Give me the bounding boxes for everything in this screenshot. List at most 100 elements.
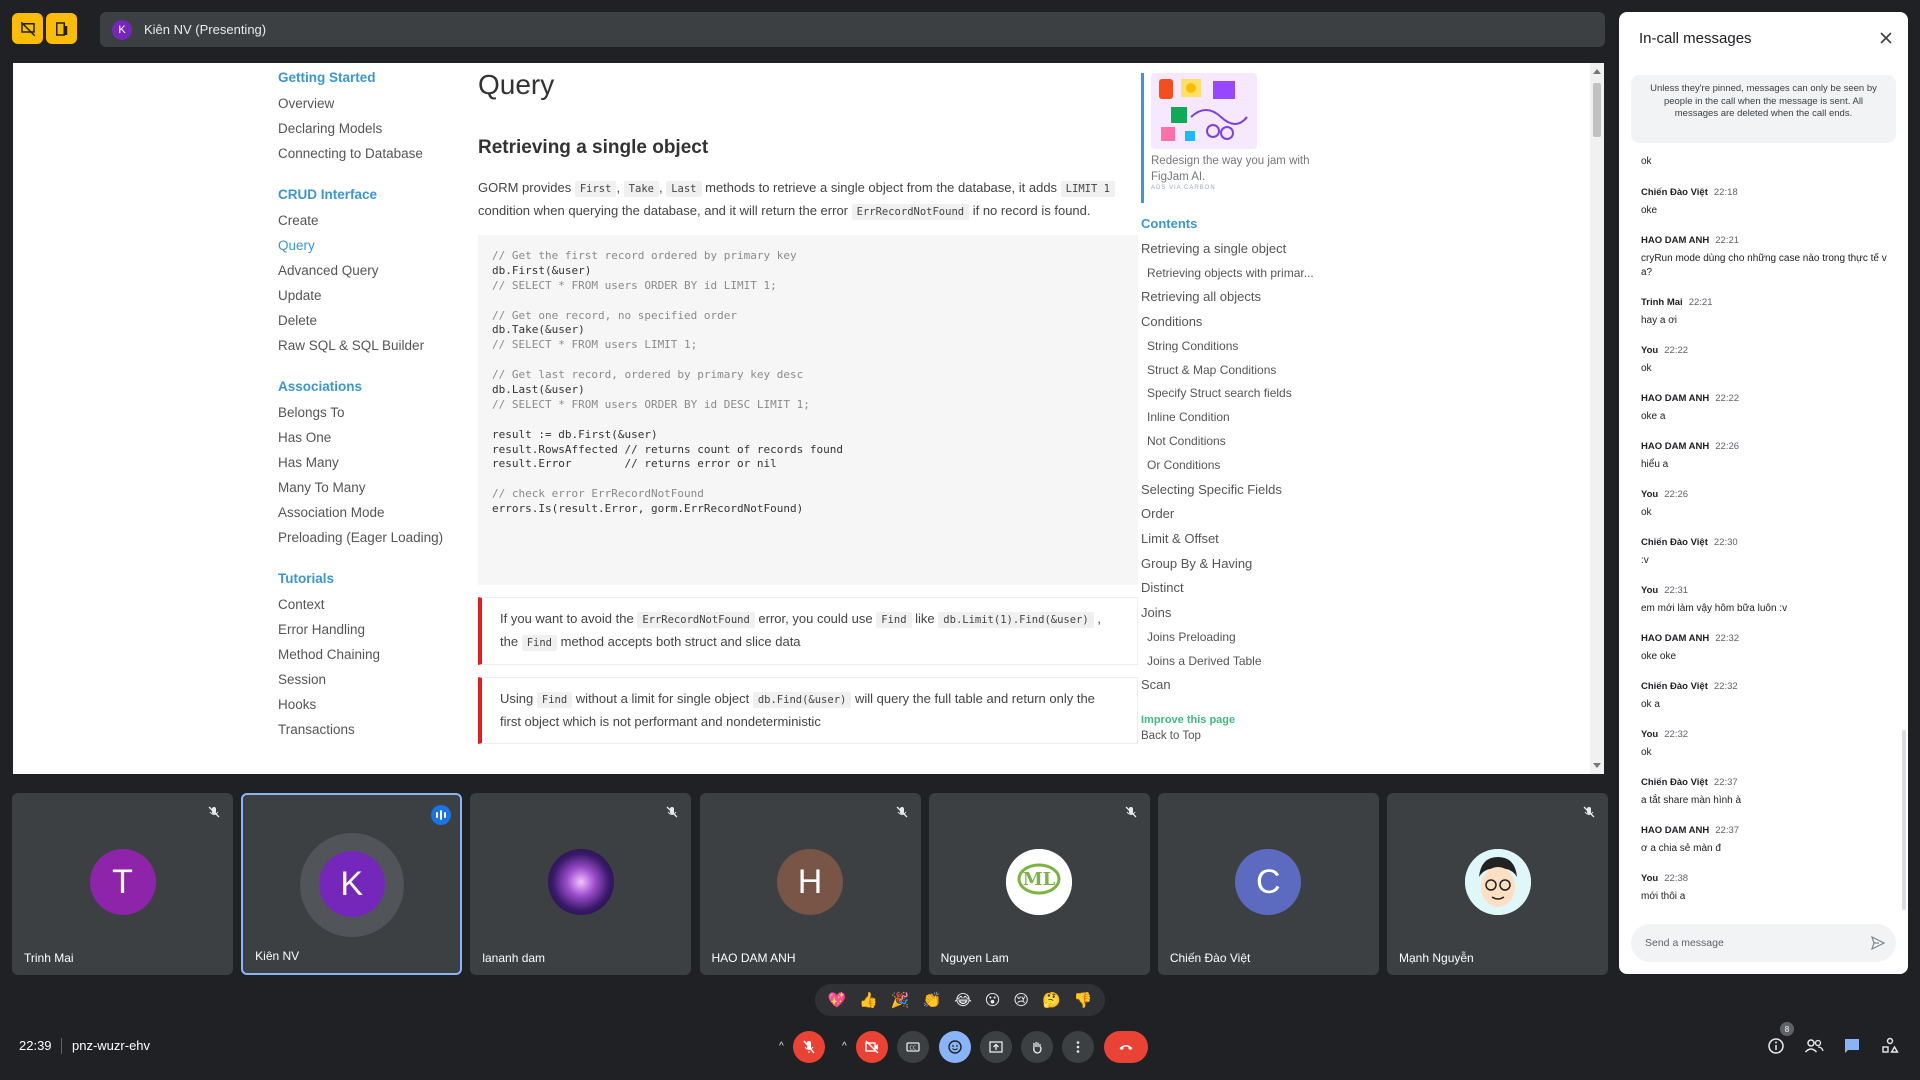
companion-mode-icon[interactable]: [46, 13, 77, 44]
code-line: result := db.First(&user): [492, 427, 658, 441]
scroll-down-arrow-icon[interactable]: [1593, 763, 1601, 768]
nav-item[interactable]: Belongs To: [278, 400, 458, 425]
nav-heading[interactable]: Tutorials: [278, 566, 458, 592]
chat-message: You 22:38 mới thôi a: [1641, 873, 1891, 904]
nav-item[interactable]: Update: [278, 283, 458, 308]
reaction-emoji-button[interactable]: 😢: [1013, 993, 1029, 1008]
page-scrollbar[interactable]: [1590, 63, 1604, 774]
send-icon[interactable]: [1870, 935, 1886, 951]
reactions-button[interactable]: [939, 1031, 971, 1063]
nav-item[interactable]: Error Handling: [278, 617, 458, 642]
nav-heading[interactable]: Getting Started: [278, 65, 458, 91]
participant-tile[interactable]: T Trinh Mai: [12, 793, 233, 975]
participant-tile[interactable]: ML Nguyen Lam: [928, 793, 1150, 975]
presenting-banner[interactable]: K Kiên NV (Presenting): [100, 12, 1605, 47]
toc-item[interactable]: String Conditions: [1141, 335, 1321, 359]
chat-icon[interactable]: [1842, 1036, 1862, 1056]
nav-item[interactable]: Has One: [278, 425, 458, 450]
toc-item[interactable]: Specify Struct search fields: [1141, 382, 1321, 406]
toc-item[interactable]: Not Conditions: [1141, 430, 1321, 454]
nav-item[interactable]: Declaring Models: [278, 116, 458, 141]
people-icon[interactable]: [1804, 1036, 1824, 1056]
nav-item[interactable]: Association Mode: [278, 500, 458, 525]
figjam-ad-image[interactable]: [1151, 73, 1257, 149]
toc-item[interactable]: Retrieving objects with primar...: [1141, 262, 1321, 286]
nav-item[interactable]: Create: [278, 208, 458, 233]
nav-item[interactable]: Raw SQL & SQL Builder: [278, 333, 458, 358]
participant-tile[interactable]: H HAO DAM ANH: [699, 793, 921, 975]
message-time: 22:30: [1713, 537, 1738, 548]
scroll-up-arrow-icon[interactable]: [1593, 69, 1601, 74]
toc-item[interactable]: Limit & Offset: [1141, 527, 1321, 552]
participant-tile[interactable]: C Chiến Đào Việt: [1157, 793, 1379, 975]
ad-attribution[interactable]: ADS VIA CARBON: [1151, 185, 1321, 191]
toc-item[interactable]: Group By & Having: [1141, 552, 1321, 577]
chat-message: HAO DAM ANH 22:32 oke oke: [1641, 633, 1891, 664]
reaction-emoji-button[interactable]: 😂: [954, 993, 972, 1008]
participant-tile[interactable]: Mạnh Nguyễn: [1387, 793, 1608, 975]
reaction-emoji-button[interactable]: 💖: [828, 993, 847, 1008]
leave-call-button[interactable]: [1104, 1031, 1148, 1063]
nav-item[interactable]: Context: [278, 592, 458, 617]
nav-heading[interactable]: Associations: [278, 374, 458, 400]
reaction-emoji-button[interactable]: 🤔: [1042, 993, 1061, 1008]
participant-tile[interactable]: lananh dam: [470, 793, 692, 975]
nav-item[interactable]: Hooks: [278, 692, 458, 717]
toc-item[interactable]: Inline Condition: [1141, 406, 1321, 430]
nav-item[interactable]: Query: [278, 233, 458, 258]
nav-item[interactable]: Delete: [278, 308, 458, 333]
chevron-up-icon[interactable]: ^: [842, 1041, 847, 1052]
toc-item[interactable]: Distinct: [1141, 576, 1321, 601]
toc-item[interactable]: Joins: [1141, 601, 1321, 626]
toc-item[interactable]: Joins a Derived Table: [1141, 650, 1321, 674]
code-line: errors.Is(result.Error, gorm.ErrRecordNo…: [492, 502, 804, 516]
nav-item[interactable]: Session: [278, 667, 458, 692]
nav-item[interactable]: Connecting to Database: [278, 141, 458, 166]
carbon-ad[interactable]: Redesign the way you jam with FigJam AI.…: [1141, 73, 1321, 203]
toc-item[interactable]: Or Conditions: [1141, 454, 1321, 478]
nav-item[interactable]: Method Chaining: [278, 642, 458, 667]
toc-item[interactable]: Joins Preloading: [1141, 626, 1321, 650]
nav-item[interactable]: Many To Many: [278, 475, 458, 500]
toc-item[interactable]: Struct & Map Conditions: [1141, 359, 1321, 383]
presentation-off-icon[interactable]: [12, 13, 43, 44]
improve-page-link[interactable]: Improve this page: [1141, 714, 1321, 726]
toc-item[interactable]: Scan: [1141, 673, 1321, 698]
info-icon[interactable]: [1766, 1036, 1786, 1056]
reaction-emoji-button[interactable]: 👍: [859, 993, 878, 1008]
reaction-emoji-button[interactable]: 😮: [985, 993, 1001, 1008]
inline-code: First: [574, 181, 617, 197]
message-input-container[interactable]: [1631, 924, 1896, 962]
code-line: // SELECT * FROM users ORDER BY id DESC …: [492, 397, 810, 411]
nav-item[interactable]: Has Many: [278, 450, 458, 475]
nav-item[interactable]: Preloading (Eager Loading): [278, 525, 458, 550]
ad-text[interactable]: Redesign the way you jam with FigJam AI.: [1151, 153, 1321, 185]
mic-toggle-button[interactable]: [793, 1031, 825, 1063]
raise-hand-button[interactable]: [1021, 1031, 1053, 1063]
back-to-top-link[interactable]: Back to Top: [1141, 730, 1321, 742]
participant-tile[interactable]: K Kiên NV: [241, 793, 463, 975]
toc-item[interactable]: Retrieving a single object: [1141, 237, 1321, 262]
reaction-emoji-button[interactable]: 👎: [1074, 993, 1093, 1008]
toc-item[interactable]: Order: [1141, 502, 1321, 527]
toc-item[interactable]: Conditions: [1141, 310, 1321, 335]
reaction-emoji-button[interactable]: 👏: [923, 993, 942, 1008]
chat-scrollbar[interactable]: [1902, 730, 1906, 910]
activities-icon[interactable]: [1880, 1036, 1900, 1056]
captions-button[interactable]: CC: [897, 1031, 929, 1063]
scroll-thumb[interactable]: [1593, 83, 1601, 137]
nav-heading[interactable]: CRUD Interface: [278, 182, 458, 208]
camera-toggle-button[interactable]: [856, 1031, 888, 1063]
nav-item[interactable]: Advanced Query: [278, 258, 458, 283]
toc-item[interactable]: Selecting Specific Fields: [1141, 478, 1321, 503]
present-button[interactable]: [980, 1031, 1012, 1063]
toc-item[interactable]: Retrieving all objects: [1141, 285, 1321, 310]
chevron-up-icon[interactable]: ^: [779, 1041, 784, 1052]
nav-item[interactable]: Overview: [278, 91, 458, 116]
nav-item[interactable]: Transactions: [278, 717, 458, 742]
close-icon[interactable]: [1878, 30, 1894, 46]
more-options-button[interactable]: [1062, 1031, 1094, 1063]
reaction-emoji-button[interactable]: 🎉: [891, 993, 910, 1008]
message-input[interactable]: [1645, 924, 1855, 962]
